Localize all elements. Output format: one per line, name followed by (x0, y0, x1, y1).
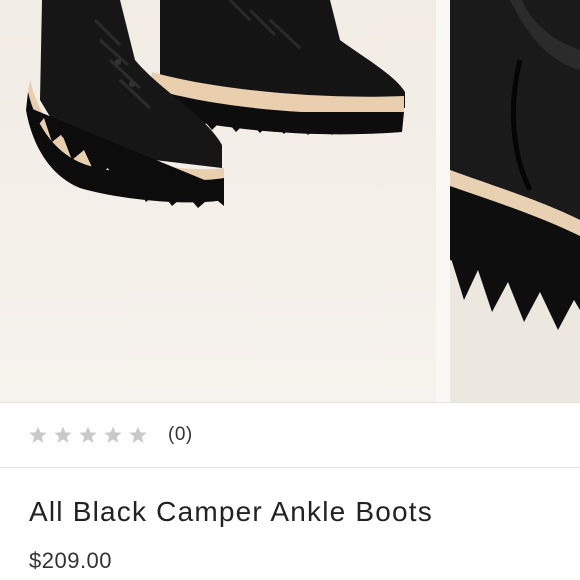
boot-closeup-photo-icon (450, 0, 580, 402)
gallery-divider (436, 0, 450, 402)
star-empty-icon (104, 426, 122, 443)
star-empty-icon (54, 426, 72, 443)
rating-row[interactable]: (0) (0, 402, 580, 468)
product-image-gallery[interactable] (0, 0, 580, 402)
product-details: All Black Camper Ankle Boots $209.00 (0, 468, 580, 580)
product-photo-next[interactable] (450, 0, 580, 402)
star-empty-icon (79, 426, 97, 443)
star-empty-icon (29, 426, 47, 443)
product-title: All Black Camper Ankle Boots (29, 496, 433, 527)
review-count[interactable]: (0) (168, 424, 193, 446)
star-rating[interactable] (28, 425, 148, 445)
boots-photo-icon (0, 0, 436, 402)
star-empty-icon (129, 426, 147, 443)
product-price: $209.00 (29, 548, 113, 573)
product-photo-main[interactable] (0, 0, 436, 402)
